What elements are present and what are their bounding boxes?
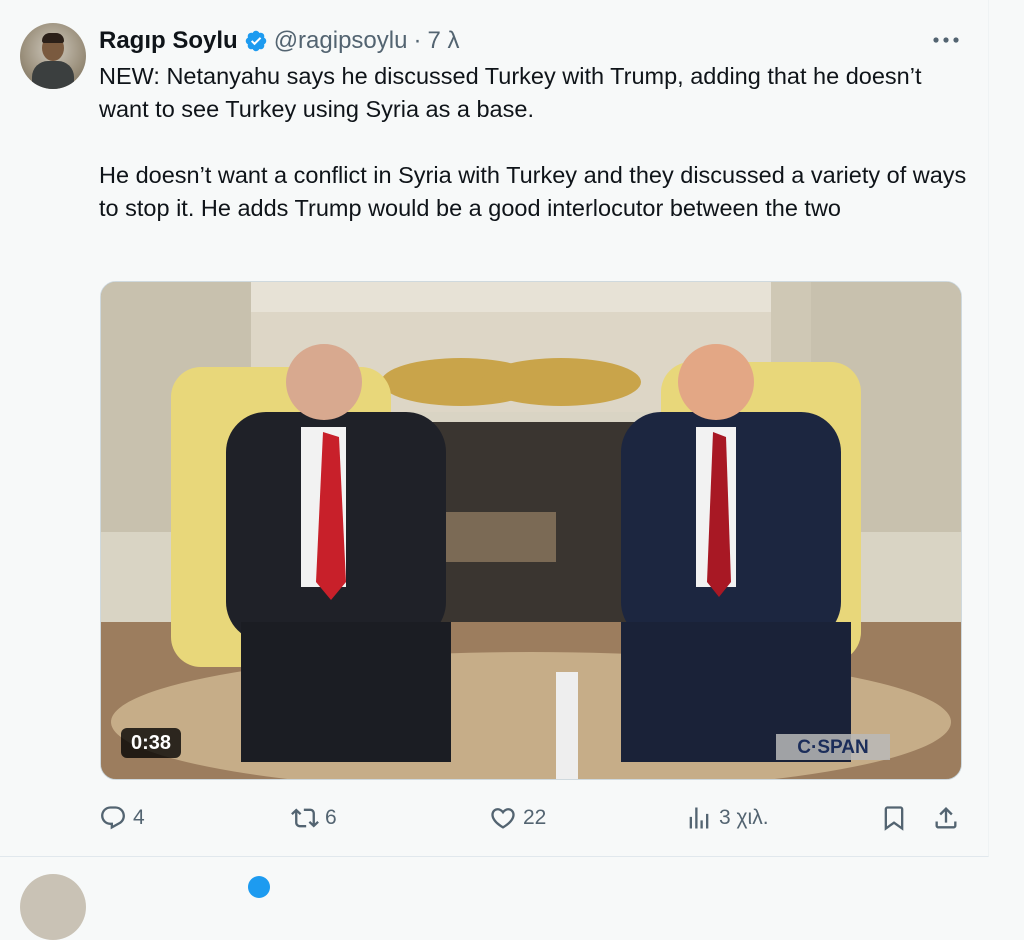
video-frame: C·SPAN — [101, 282, 961, 779]
next-tweet-verified-icon — [248, 876, 270, 898]
repost-icon — [291, 808, 319, 828]
author-avatar[interactable] — [20, 23, 86, 89]
cspan-watermark: C·SPAN — [797, 737, 868, 758]
tweet-paragraph: NEW: Netanyahu says he discussed Turkey … — [99, 63, 922, 122]
next-tweet-avatar[interactable] — [20, 874, 86, 940]
like-icon — [491, 808, 515, 829]
header-separator: · — [413, 27, 422, 54]
bookmark-button[interactable] — [880, 800, 908, 836]
author-name[interactable]: Ragıp Soylu — [99, 27, 238, 55]
repost-button[interactable]: 6 — [291, 800, 337, 836]
like-button[interactable]: 22 — [489, 800, 546, 836]
views-icon — [689, 807, 709, 829]
reply-icon — [101, 806, 125, 830]
reply-button[interactable]: 4 — [99, 800, 145, 836]
more-icon[interactable] — [930, 30, 962, 50]
bookmark-icon — [884, 806, 904, 831]
views-count: 3 χιλ. — [719, 806, 769, 829]
views-button[interactable]: 3 χιλ. — [685, 800, 769, 836]
verified-badge-icon — [245, 30, 266, 52]
tweet-card[interactable]: Ragıp Soylu @ragipsoylu · 7 λ NEW: Netan… — [0, 0, 989, 857]
tweet-text: NEW: Netanyahu says he discussed Turkey … — [99, 60, 969, 225]
tweet-time[interactable]: 7 λ — [427, 27, 459, 55]
like-count: 22 — [523, 806, 547, 829]
repost-count: 6 — [325, 806, 337, 829]
tweet-actions: 4 6 22 3 χιλ. — [99, 800, 969, 836]
share-button[interactable] — [932, 800, 960, 836]
video-player[interactable]: C·SPAN — [100, 281, 962, 780]
author-handle[interactable]: @ragipsoylu — [274, 27, 408, 55]
video-duration-badge: 0:38 — [121, 728, 182, 758]
share-icon — [935, 807, 957, 829]
tweet-paragraph: He doesn’t want a conflict in Syria with… — [99, 162, 967, 221]
tweet-header: Ragıp Soylu @ragipsoylu · 7 λ — [99, 27, 459, 55]
reply-count: 4 — [133, 806, 145, 829]
